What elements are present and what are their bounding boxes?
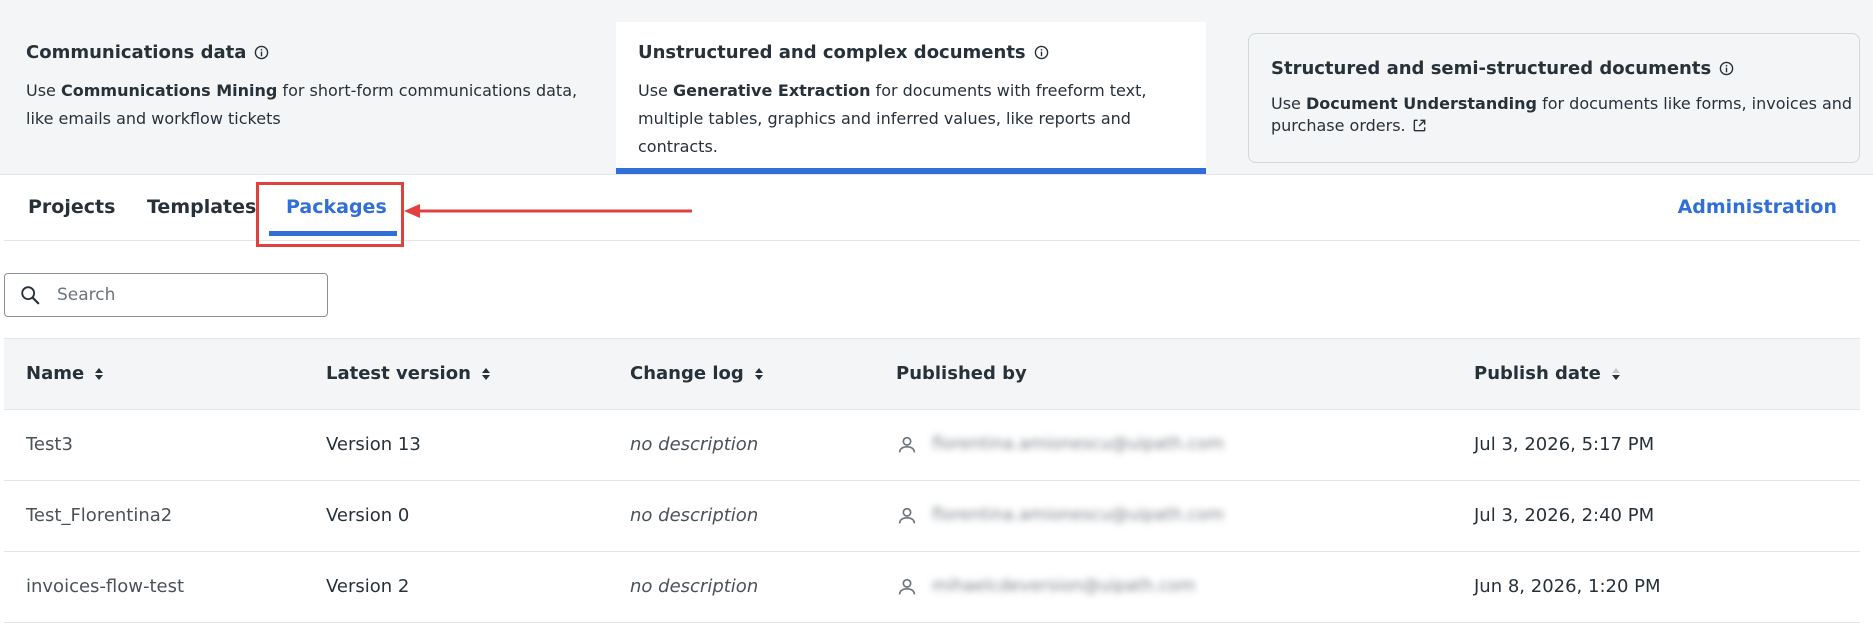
- annotation-arrow-icon: [404, 204, 692, 218]
- package-name[interactable]: Test_Florentina2: [26, 505, 172, 526]
- package-name[interactable]: Test3: [26, 434, 73, 455]
- info-icon: [1034, 45, 1048, 60]
- document-type-cards: Communications data Use Communications M…: [0, 0, 1873, 175]
- table-row[interactable]: Test3 Version 13 no description florenti…: [4, 410, 1860, 481]
- table-header: Name Latest version Change log Published…: [4, 338, 1860, 410]
- administration-link[interactable]: Administration: [1678, 196, 1837, 218]
- tab-bar: Projects Templates Packages: [4, 176, 1860, 241]
- package-version: Version 2: [326, 576, 410, 597]
- card-description: Use Document Understanding for documents…: [1271, 94, 1853, 135]
- column-header-publish-date[interactable]: Publish date: [1474, 363, 1621, 384]
- sort-icon[interactable]: [94, 366, 104, 382]
- publish-date: Jul 3, 2026, 5:17 PM: [1474, 434, 1655, 455]
- tab-templates[interactable]: Templates: [147, 196, 256, 218]
- publisher-email: florentina.amionescu@uipath.com: [932, 434, 1225, 454]
- publisher-email: florentina.amionescu@uipath.com: [932, 505, 1225, 525]
- card-title: Structured and semi-structured documents: [1271, 58, 1859, 79]
- table-row[interactable]: invoices-flow-test Version 2 no descript…: [4, 552, 1860, 623]
- person-icon: [898, 578, 916, 595]
- package-version: Version 0: [326, 505, 410, 526]
- search-box[interactable]: [4, 273, 328, 317]
- card-title: Communications data: [26, 42, 586, 63]
- package-version: Version 13: [326, 434, 421, 455]
- package-change-log: no description: [630, 576, 759, 597]
- active-tab-indicator: [269, 231, 397, 236]
- column-header-name[interactable]: Name: [26, 363, 104, 384]
- package-change-log: no description: [630, 434, 759, 455]
- card-description: Use Generative Extraction for documents …: [638, 81, 1147, 156]
- card-title: Unstructured and complex documents: [638, 42, 1206, 63]
- table-row[interactable]: Test_Florentina2 Version 0 no descriptio…: [4, 481, 1860, 552]
- external-link-icon[interactable]: [1412, 118, 1427, 133]
- card-structured-documents[interactable]: Structured and semi-structured documents…: [1248, 33, 1860, 163]
- card-description: Use Communications Mining for short-form…: [26, 81, 578, 128]
- package-name[interactable]: invoices-flow-test: [26, 576, 184, 597]
- publisher-email: mihaelcdeversion@uipath.com: [932, 576, 1196, 596]
- tab-projects[interactable]: Projects: [28, 196, 115, 218]
- publish-date: Jun 8, 2026, 1:20 PM: [1474, 576, 1661, 597]
- info-icon: [1719, 61, 1734, 76]
- packages-table: Name Latest version Change log Published…: [4, 338, 1860, 623]
- person-icon: [898, 436, 916, 453]
- sort-desc-icon[interactable]: [1611, 366, 1621, 382]
- publish-date: Jul 3, 2026, 2:40 PM: [1474, 505, 1655, 526]
- search-input[interactable]: [57, 285, 307, 305]
- column-header-change-log[interactable]: Change log: [630, 363, 764, 384]
- column-header-published-by: Published by: [896, 363, 1027, 384]
- card-communications-data[interactable]: Communications data Use Communications M…: [26, 42, 586, 133]
- sort-icon[interactable]: [481, 366, 491, 382]
- card-unstructured-documents[interactable]: Unstructured and complex documents Use G…: [616, 22, 1206, 174]
- column-header-latest-version[interactable]: Latest version: [326, 363, 491, 384]
- person-icon: [898, 507, 916, 524]
- sort-icon[interactable]: [754, 366, 764, 382]
- info-icon: [255, 45, 269, 60]
- search-icon: [21, 286, 40, 305]
- tab-packages[interactable]: Packages: [286, 196, 387, 218]
- package-change-log: no description: [630, 505, 759, 526]
